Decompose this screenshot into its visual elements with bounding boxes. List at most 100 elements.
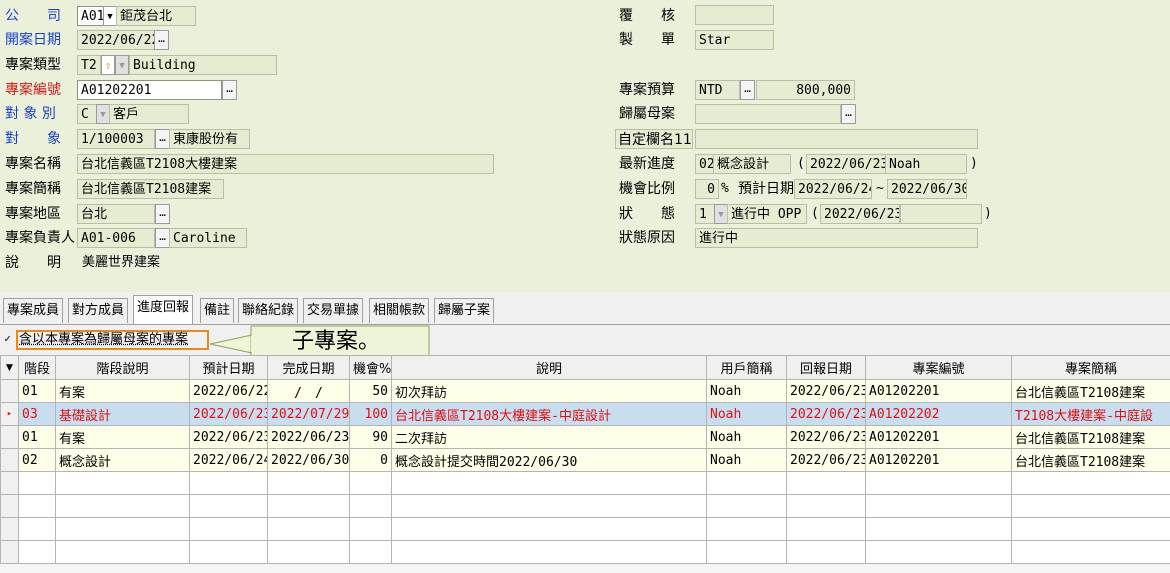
col-chance[interactable]: 機會% — [349, 355, 392, 380]
cell-est-date[interactable]: 2022/06/23 — [189, 425, 268, 449]
empty-cell[interactable] — [1011, 471, 1170, 495]
cell-est-date[interactable]: 2022/06/22 — [189, 379, 268, 403]
tab-transactions[interactable]: 交易單據 — [303, 298, 364, 323]
cell-desc[interactable]: 初次拜訪 — [391, 379, 707, 403]
cell-user[interactable]: Noah — [706, 379, 787, 403]
col-report-date[interactable]: 回報日期 — [786, 355, 866, 380]
row-indicator[interactable] — [0, 448, 19, 472]
empty-cell[interactable] — [349, 540, 392, 564]
col-stage-desc[interactable]: 階段說明 — [55, 355, 190, 380]
cell-stage[interactable]: 03 — [18, 402, 56, 426]
project-short-field[interactable]: 台北信義區T2108建案 — [77, 179, 224, 199]
cell-est-date[interactable]: 2022/06/24 — [189, 448, 268, 472]
col-est-date[interactable]: 預計日期 — [189, 355, 268, 380]
current-row-marker-icon[interactable]: ▸ — [0, 402, 19, 426]
cell-stage-desc[interactable]: 基礎設計 — [55, 402, 190, 426]
col-desc[interactable]: 說明 — [391, 355, 707, 380]
description-text[interactable]: 美麗世界建案 — [82, 253, 160, 273]
cell-chance[interactable]: 90 — [349, 425, 392, 449]
empty-cell[interactable] — [189, 471, 268, 495]
cell-project-no[interactable]: A01202202 — [865, 402, 1012, 426]
tab-counterpart-members[interactable]: 對方成員 — [68, 298, 129, 323]
tab-sub-projects[interactable]: 歸屬子案 — [434, 298, 495, 323]
empty-row[interactable] — [0, 540, 1170, 564]
cell-chance[interactable]: 100 — [349, 402, 392, 426]
cell-user[interactable]: Noah — [706, 448, 787, 472]
project-name-field[interactable]: 台北信義區T2108大樓建案 — [77, 154, 494, 174]
owner-code-field[interactable]: A01-006 — [77, 228, 155, 248]
table-row-selected[interactable]: ▸ 03 基礎設計 2022/06/23 2022/07/29 100 台北信義… — [0, 402, 1170, 426]
company-dropdown-icon[interactable]: ▼ — [103, 6, 117, 26]
cell-report-date[interactable]: 2022/06/23 — [786, 448, 866, 472]
empty-cell[interactable] — [391, 494, 707, 518]
row-indicator-header[interactable]: ▼ — [0, 355, 19, 380]
empty-cell[interactable] — [55, 494, 190, 518]
empty-cell[interactable] — [865, 540, 1012, 564]
cell-project-short[interactable]: 台北信義區T2108建案 — [1011, 425, 1170, 449]
cell-stage-desc[interactable]: 有案 — [55, 379, 190, 403]
cell-report-date[interactable]: 2022/06/23 — [786, 425, 866, 449]
empty-cell[interactable] — [865, 471, 1012, 495]
table-row[interactable]: 01 有案 2022/06/23 2022/06/23 90 二次拜訪 Noah… — [0, 425, 1170, 449]
target-type-code-field[interactable]: C — [77, 104, 97, 124]
empty-cell[interactable] — [786, 540, 866, 564]
target-lookup-button[interactable]: … — [155, 129, 170, 149]
cell-project-no[interactable]: A01202201 — [865, 425, 1012, 449]
empty-cell[interactable] — [55, 540, 190, 564]
owner-lookup-button[interactable]: … — [155, 228, 170, 248]
empty-cell[interactable] — [1011, 540, 1170, 564]
empty-cell[interactable] — [55, 471, 190, 495]
empty-cell[interactable] — [706, 494, 787, 518]
cell-est-date[interactable]: 2022/06/23 — [189, 402, 268, 426]
empty-cell[interactable] — [349, 494, 392, 518]
col-done-date[interactable]: 完成日期 — [267, 355, 350, 380]
project-type-code-field[interactable]: T2 — [77, 55, 101, 75]
include-subprojects-checkbox[interactable]: ✓ — [2, 333, 13, 345]
empty-cell[interactable] — [55, 517, 190, 541]
project-no-input[interactable]: A01202201 — [77, 80, 222, 100]
budget-amount-field[interactable]: 800,000 — [756, 80, 855, 100]
currency-lookup-button[interactable]: … — [740, 80, 755, 100]
empty-cell[interactable] — [391, 540, 707, 564]
empty-cell[interactable] — [267, 494, 350, 518]
empty-cell[interactable] — [189, 540, 268, 564]
target-code-field[interactable]: 1/100003 — [77, 129, 155, 149]
cell-desc[interactable]: 概念設計提交時間2022/06/30 — [391, 448, 707, 472]
cell-stage[interactable]: 01 — [18, 379, 56, 403]
row-indicator[interactable] — [0, 425, 19, 449]
cell-done-date[interactable]: / / — [267, 379, 350, 403]
empty-cell[interactable] — [865, 517, 1012, 541]
empty-cell[interactable] — [189, 517, 268, 541]
target-type-dropdown-icon[interactable]: ▼ — [96, 104, 110, 124]
cell-project-short[interactable]: 台北信義區T2108建案 — [1011, 379, 1170, 403]
cell-project-no[interactable]: A01202201 — [865, 379, 1012, 403]
est-date-to-field[interactable]: 2022/06/30 — [887, 179, 967, 199]
table-row[interactable]: 02 概念設計 2022/06/24 2022/06/30 0 概念設計提交時間… — [0, 448, 1170, 472]
tab-related-accounts[interactable]: 相關帳款 — [369, 298, 430, 323]
cell-stage[interactable]: 02 — [18, 448, 56, 472]
budget-currency-field[interactable]: NTD — [695, 80, 740, 100]
empty-cell[interactable] — [706, 540, 787, 564]
empty-cell[interactable] — [267, 540, 350, 564]
cell-done-date[interactable]: 2022/06/23 — [267, 425, 350, 449]
empty-cell[interactable] — [349, 471, 392, 495]
cell-stage[interactable]: 01 — [18, 425, 56, 449]
cell-user[interactable]: Noah — [706, 425, 787, 449]
col-project-no[interactable]: 專案編號 — [865, 355, 1012, 380]
cell-done-date[interactable]: 2022/07/29 — [267, 402, 350, 426]
open-date-picker-button[interactable]: … — [154, 30, 169, 50]
empty-cell[interactable] — [189, 494, 268, 518]
tab-progress-report[interactable]: 進度回報 — [133, 295, 194, 324]
empty-cell[interactable] — [391, 471, 707, 495]
tab-project-members[interactable]: 專案成員 — [3, 298, 64, 323]
table-row[interactable]: 01 有案 2022/06/22 / / 50 初次拜訪 Noah 2022/0… — [0, 379, 1170, 403]
empty-row[interactable] — [0, 494, 1170, 518]
empty-cell[interactable] — [18, 494, 56, 518]
cell-user[interactable]: Noah — [706, 402, 787, 426]
status-reason-field[interactable]: 進行中 — [695, 228, 978, 248]
empty-cell[interactable] — [1011, 494, 1170, 518]
empty-cell[interactable] — [786, 471, 866, 495]
empty-cell[interactable] — [18, 471, 56, 495]
cell-project-short[interactable]: T2108大樓建案-中庭設 — [1011, 402, 1170, 426]
project-no-lookup-button[interactable]: … — [222, 80, 237, 100]
